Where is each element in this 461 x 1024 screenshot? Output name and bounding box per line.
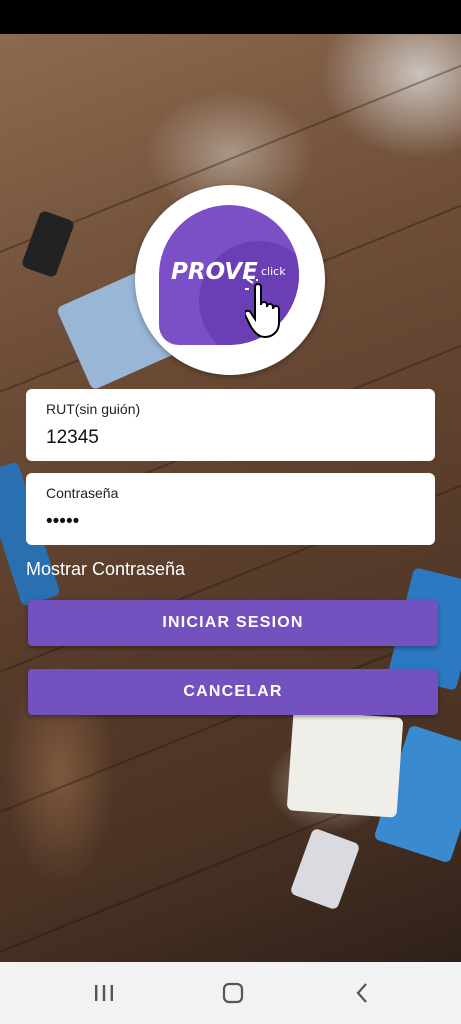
recent-apps-icon[interactable] [84,978,124,1008]
show-password-toggle[interactable]: Mostrar Contraseña [26,559,185,580]
status-bar [0,0,461,34]
app-logo: PROVE click [135,185,325,375]
back-icon[interactable] [342,978,382,1008]
rut-label: RUT(sin guión) [46,401,141,417]
password-label: Contraseña [46,485,119,501]
cancel-button[interactable]: CANCELAR [28,669,438,715]
rut-field[interactable]: RUT(sin guión) [26,389,435,461]
login-button[interactable]: INICIAR SESION [28,600,438,646]
home-icon[interactable] [213,978,253,1008]
system-nav-bar [0,962,461,1024]
pointing-hand-icon [245,279,280,339]
rut-input[interactable] [46,427,406,449]
logo-brand-suffix: click [261,265,286,278]
password-field[interactable]: Contraseña [26,473,435,545]
password-input[interactable] [46,511,406,533]
